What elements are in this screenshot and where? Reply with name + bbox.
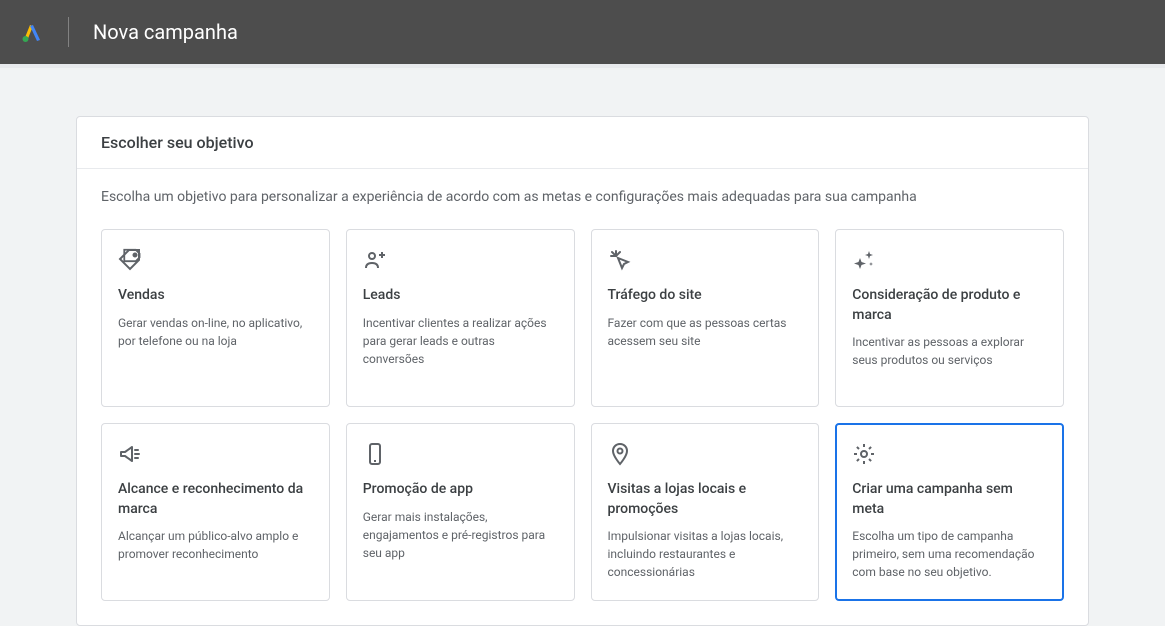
gear-icon bbox=[852, 442, 876, 466]
card-title: Vendas bbox=[118, 286, 313, 306]
card-description: Gerar vendas on-line, no aplicativo, por… bbox=[118, 314, 313, 350]
objective-card-traffic[interactable]: Tráfego do site Fazer com que as pessoas… bbox=[591, 229, 820, 407]
content-wrapper: Escolher seu objetivo Escolha um objetiv… bbox=[0, 68, 1165, 626]
card-description: Escolha um tipo de campanha primeiro, se… bbox=[852, 527, 1047, 581]
objective-card-app[interactable]: Promoção de app Gerar mais instalações, … bbox=[346, 423, 575, 601]
objective-card-no-goal[interactable]: Criar uma campanha sem meta Escolha um t… bbox=[835, 423, 1064, 601]
objective-card-leads[interactable]: Leads Incentivar clientes a realizar açõ… bbox=[346, 229, 575, 407]
card-description: Gerar mais instalações, engajamentos e p… bbox=[363, 508, 558, 562]
panel-title: Escolher seu objetivo bbox=[101, 133, 1064, 152]
pin-icon bbox=[608, 442, 632, 466]
card-description: Incentivar as pessoas a explorar seus pr… bbox=[852, 333, 1047, 369]
card-title: Alcance e reconhecimento da marca bbox=[118, 480, 313, 519]
page-title: Nova campanha bbox=[93, 20, 238, 44]
objective-card-local[interactable]: Visitas a lojas locais e promoções Impul… bbox=[591, 423, 820, 601]
card-title: Tráfego do site bbox=[608, 286, 803, 306]
panel-subtitle: Escolha um objetivo para personalizar a … bbox=[101, 189, 1064, 205]
tag-icon bbox=[118, 248, 142, 272]
app-header: Nova campanha bbox=[0, 0, 1165, 64]
google-ads-logo-icon bbox=[20, 20, 44, 44]
header-left: Nova campanha bbox=[20, 17, 238, 47]
phone-icon bbox=[363, 442, 387, 466]
card-description: Impulsionar visitas a lojas locais, incl… bbox=[608, 527, 803, 581]
panel-header: Escolher seu objetivo bbox=[77, 117, 1088, 169]
sparkle-icon bbox=[852, 248, 876, 272]
card-title: Leads bbox=[363, 286, 558, 306]
logo-divider bbox=[68, 17, 69, 47]
objective-card-reach[interactable]: Alcance e reconhecimento da marca Alcanç… bbox=[101, 423, 330, 601]
megaphone-icon bbox=[118, 442, 142, 466]
card-title: Consideração de produto e marca bbox=[852, 286, 1047, 325]
card-description: Fazer com que as pessoas certas acessem … bbox=[608, 314, 803, 350]
card-title: Visitas a lojas locais e promoções bbox=[608, 480, 803, 519]
objective-card-sales[interactable]: Vendas Gerar vendas on-line, no aplicati… bbox=[101, 229, 330, 407]
people-icon bbox=[363, 248, 387, 272]
card-description: Alcançar um público-alvo amplo e promove… bbox=[118, 527, 313, 563]
objective-panel: Escolher seu objetivo Escolha um objetiv… bbox=[76, 116, 1089, 626]
card-description: Incentivar clientes a realizar ações par… bbox=[363, 314, 558, 368]
card-grid: Vendas Gerar vendas on-line, no aplicati… bbox=[101, 229, 1064, 601]
click-icon bbox=[608, 248, 632, 272]
card-title: Criar uma campanha sem meta bbox=[852, 480, 1047, 519]
card-title: Promoção de app bbox=[363, 480, 558, 500]
objective-card-consideration[interactable]: Consideração de produto e marca Incentiv… bbox=[835, 229, 1064, 407]
panel-body: Escolha um objetivo para personalizar a … bbox=[77, 169, 1088, 625]
